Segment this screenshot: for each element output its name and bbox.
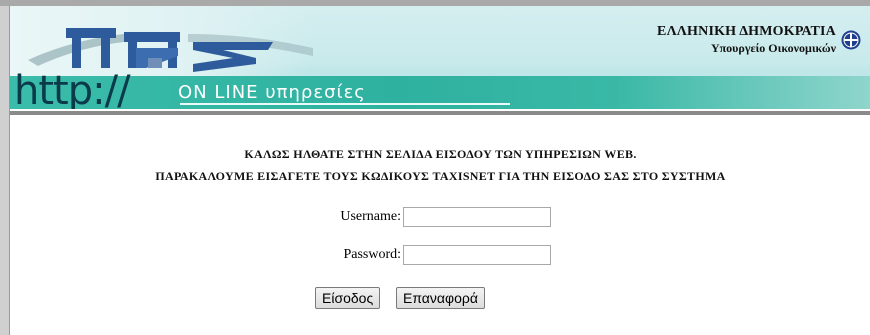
ministry-subtitle: Υπουργείο Οικονομικών — [710, 41, 836, 55]
window-left-border — [0, 6, 10, 335]
reset-button[interactable]: Επαναφορά — [396, 287, 485, 309]
login-button[interactable]: Είσοδος — [315, 287, 381, 309]
online-services-text: ON LINE υπηρεσίες — [178, 82, 366, 103]
username-label: Username: — [340, 209, 401, 224]
greek-emblem-icon — [841, 30, 861, 50]
login-content: ΚΑΛΩΣ ΗΛΘΑΤΕ ΣΤΗΝ ΣΕΛΙΔΑ ΕΙΣΟΔΟΥ ΤΩΝ ΥΠΗ… — [11, 115, 870, 335]
header-banner: ΕΛΛΗΝΙΚΗ ΔΗΜΟΚΡΑΤΙΑ Υπουργείο Οικονομικώ… — [10, 6, 870, 109]
instruction-message: ΠΑΡΑΚΑΛΟΥΜΕ ΕΙΣΑΓΕΤΕ ΤΟΥΣ ΚΩΔΙΚΟΥΣ TAXIS… — [155, 169, 726, 183]
gsis-logo — [28, 28, 313, 72]
http-online-bar: http:// ON LINE υπηρεσίες — [10, 68, 870, 109]
username-input[interactable] — [403, 207, 551, 227]
http-text: http:// — [14, 68, 131, 109]
welcome-message: ΚΑΛΩΣ ΗΛΘΑΤΕ ΣΤΗΝ ΣΕΛΙΔΑ ΕΙΣΟΔΟΥ ΤΩΝ ΥΠΗ… — [244, 147, 637, 161]
password-label: Password: — [343, 247, 401, 262]
http-underline-decoration — [180, 103, 510, 105]
government-heading: ΕΛΛΗΝΙΚΗ ΔΗΜΟΚΡΑΤΙΑ Υπουργείο Οικονομικώ… — [657, 24, 836, 56]
government-title: ΕΛΛΗΝΙΚΗ ΔΗΜΟΚΡΑΤΙΑ — [657, 24, 836, 39]
password-input[interactable] — [403, 245, 551, 265]
